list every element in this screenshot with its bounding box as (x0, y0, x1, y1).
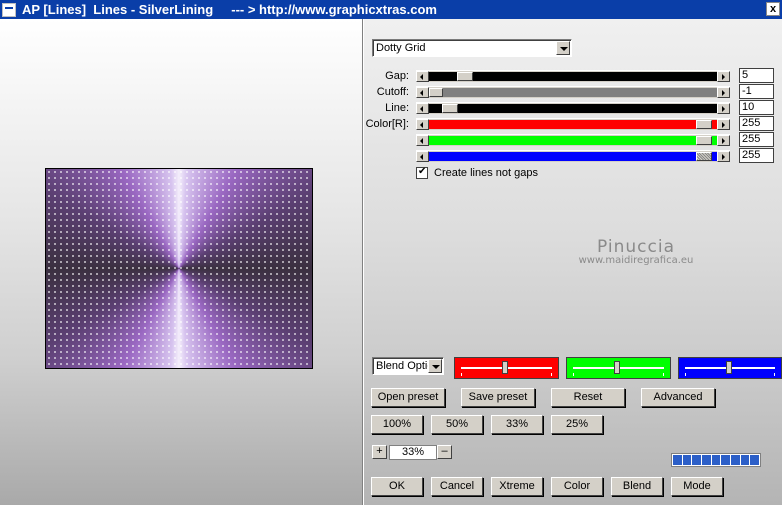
line-value-field[interactable]: 10 (739, 100, 774, 115)
arrow-left-icon[interactable] (416, 151, 429, 162)
arrow-right-icon[interactable] (717, 135, 730, 146)
watermark: Pinuccia www.maidiregrafica.eu (566, 237, 706, 266)
arrow-left-icon[interactable] (416, 87, 429, 98)
line-slider[interactable] (416, 102, 730, 114)
preview-pane (0, 19, 362, 505)
zoom-100-button[interactable]: 100% (371, 415, 423, 434)
cutoff-label: Cutoff: (376, 86, 409, 98)
blend-select[interactable]: Blend Optic (372, 357, 444, 375)
watermark-url: www.maidiregrafica.eu (578, 255, 694, 266)
progress-bar (671, 453, 761, 467)
advanced-button[interactable]: Advanced (641, 388, 715, 407)
zoom-out-button[interactable]: – (437, 445, 452, 459)
arrow-right-icon[interactable] (717, 119, 730, 130)
zoom-33-button[interactable]: 33% (491, 415, 543, 434)
green-level-slider[interactable] (566, 357, 671, 379)
watermark-name: Pinuccia (597, 237, 675, 257)
line-label: Line: (385, 102, 409, 114)
close-button[interactable]: x (766, 2, 780, 16)
green-slider[interactable] (416, 134, 730, 146)
zoom-50-button[interactable]: 50% (431, 415, 483, 434)
zoom-level-field[interactable]: 33% (389, 445, 437, 460)
arrow-right-icon[interactable] (717, 151, 730, 162)
red-value-field[interactable]: 255 (739, 116, 774, 131)
create-lines-label: Create lines not gaps (434, 167, 538, 179)
app-menu-icon[interactable] (2, 2, 16, 17)
create-lines-checkbox[interactable] (416, 166, 428, 179)
window-title: AP [Lines] Lines - SilverLining --- > ht… (22, 2, 437, 17)
green-slider-thumb[interactable] (696, 136, 712, 145)
open-preset-button[interactable]: Open preset (371, 388, 445, 407)
gap-value-field[interactable]: 5 (739, 68, 774, 83)
chevron-down-icon[interactable] (556, 41, 570, 55)
xtreme-button[interactable]: Xtreme (491, 477, 543, 496)
red-level-slider[interactable] (454, 357, 559, 379)
ok-button[interactable]: OK (371, 477, 423, 496)
arrow-right-icon[interactable] (717, 103, 730, 114)
cutoff-slider-thumb[interactable] (429, 88, 443, 97)
red-slider-thumb[interactable] (696, 120, 712, 129)
save-preset-button[interactable]: Save preset (461, 388, 535, 407)
cancel-button[interactable]: Cancel (431, 477, 483, 496)
cutoff-value-field[interactable]: -1 (739, 84, 774, 99)
controls-pane: Dotty Grid Gap: 5 Cutoff: -1 Line: 10 Co… (364, 19, 782, 505)
line-slider-thumb[interactable] (442, 104, 458, 113)
cutoff-slider[interactable] (416, 86, 730, 98)
chevron-down-icon[interactable] (428, 359, 442, 373)
arrow-left-icon[interactable] (416, 135, 429, 146)
red-slider[interactable] (416, 118, 730, 130)
arrow-left-icon[interactable] (416, 71, 429, 82)
blue-level-slider[interactable] (678, 357, 782, 379)
color-r-label: Color[R]: (365, 118, 409, 130)
green-value-field[interactable]: 255 (739, 132, 774, 147)
effect-select[interactable]: Dotty Grid (372, 39, 572, 57)
mode-button[interactable]: Mode (671, 477, 723, 496)
reset-button[interactable]: Reset (551, 388, 625, 407)
arrow-right-icon[interactable] (717, 87, 730, 98)
arrow-right-icon[interactable] (717, 71, 730, 82)
blend-select-value: Blend Optic (376, 360, 430, 372)
preview-image (45, 168, 313, 369)
arrow-left-icon[interactable] (416, 119, 429, 130)
zoom-25-button[interactable]: 25% (551, 415, 603, 434)
effect-select-value: Dotty Grid (376, 42, 426, 54)
gap-slider[interactable] (416, 70, 730, 82)
blend-button[interactable]: Blend (611, 477, 663, 496)
create-lines-option[interactable]: Create lines not gaps (416, 166, 538, 179)
title-bar: AP [Lines] Lines - SilverLining --- > ht… (0, 0, 782, 19)
blue-slider[interactable] (416, 150, 730, 162)
gap-slider-thumb[interactable] (457, 72, 473, 81)
gap-label: Gap: (385, 70, 409, 82)
arrow-left-icon[interactable] (416, 103, 429, 114)
blue-value-field[interactable]: 255 (739, 148, 774, 163)
blue-slider-thumb[interactable] (696, 152, 712, 161)
zoom-in-button[interactable]: + (372, 445, 387, 459)
color-button[interactable]: Color (551, 477, 603, 496)
